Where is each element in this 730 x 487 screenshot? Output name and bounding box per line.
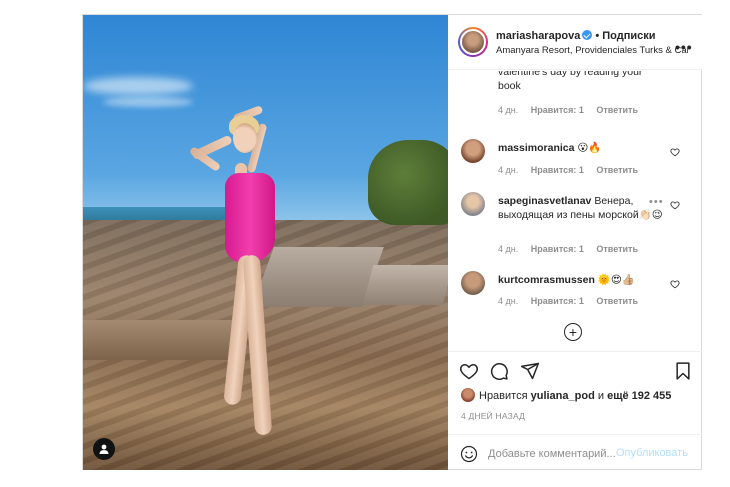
comment-icon[interactable] [489,361,509,381]
post-actions: Нравится yuliana_pod и ещё 192 455 4 ДНЕ… [448,351,702,471]
heart-icon[interactable] [670,147,680,157]
comment-likes[interactable]: Нравится: 1 [531,165,584,175]
comment-meta: 4 дн. Нравится: 1 Ответить [498,296,648,306]
bookmark-icon[interactable] [673,361,693,381]
comment-reply-button[interactable]: Ответить [596,105,638,115]
comment-composer: Опубликовать [448,434,702,472]
comment-body: massimoranica 😮🔥 [498,141,668,155]
commenter-username[interactable]: sapeginasvetlanav [498,195,591,207]
heart-icon[interactable] [670,200,680,210]
smiley-icon[interactable] [460,445,478,463]
comment-time[interactable]: 4 дн. [498,165,518,175]
comment-likes[interactable]: Нравится: 1 [531,244,584,254]
post-sidebar: mariasharapova • Подписки Amanyara Resort,… [448,15,702,470]
post-location[interactable]: Amanyara Resort, Providenciales Turks & … [496,45,688,56]
comment-meta: 4 дн. Нравится: 1 Ответить [498,165,648,175]
separator-dot: • [595,30,600,42]
author-line: mariasharapova • Подписки [496,30,656,42]
liker-username[interactable]: yuliana_pod [531,390,595,402]
heart-icon[interactable] [670,279,680,289]
comment-reply-button[interactable]: Ответить [596,165,638,175]
likes-and: и [597,390,605,402]
comment-input[interactable] [488,443,618,465]
author-avatar[interactable] [458,27,488,57]
commenter-avatar[interactable] [461,192,485,216]
verified-badge-icon [582,30,593,40]
comment-text: 🌞😍👍🏼 [597,274,635,286]
plus-circle-icon[interactable]: + [564,323,582,341]
photo-cloud [103,97,193,107]
comments-list[interactable]: valentine's day by reading your book 4 д… [448,71,702,351]
post-header: mariasharapova • Подписки Amanyara Resort,… [448,15,702,70]
commenter-username[interactable]: massimoranica [498,142,574,154]
comment-time[interactable]: 4 дн. [498,296,518,306]
comment-likes[interactable]: Нравится: 1 [531,296,584,306]
commenter-avatar[interactable] [461,271,485,295]
comment-likes[interactable]: Нравится: 1 [531,105,584,115]
comment-time[interactable]: 4 дн. [498,105,518,115]
likes-summary: Нравится yuliana_pod и ещё 192 455 [461,388,671,402]
photo-bush [368,140,448,225]
publish-button[interactable]: Опубликовать [616,447,688,459]
comment-meta: 4 дн. Нравится: 1 Ответить [498,105,648,115]
likes-count[interactable]: ещё 192 455 [607,390,671,402]
comment-time[interactable]: 4 дн. [498,244,518,254]
comment-body: sapeginasvetlanav Венера, выходящая из п… [498,194,668,222]
instagram-post: mariasharapova • Подписки Amanyara Resort,… [82,14,702,470]
comment-reply-button[interactable]: Ответить [596,296,638,306]
commenter-avatar[interactable] [461,139,485,163]
following-button[interactable]: Подписки [602,30,655,42]
photo-rock [83,320,233,360]
author-username[interactable]: mariasharapova [496,30,580,42]
comment-body: kurtcomrasmussen 🌞😍👍🏼 [498,273,668,287]
comment-meta: 4 дн. Нравится: 1 Ответить [498,244,648,254]
tagged-users-icon[interactable] [93,438,115,460]
send-icon[interactable] [520,361,540,381]
heart-icon[interactable] [459,361,479,381]
post-time-ago[interactable]: 4 ДНЕЙ НАЗАД [461,411,525,421]
comment-reply-button[interactable]: Ответить [596,244,638,254]
more-horizontal-icon[interactable]: ••• [675,39,693,55]
comment-options-icon[interactable]: ••• [649,196,664,208]
post-photo[interactable] [83,15,448,470]
photo-rock [362,265,448,305]
commenter-username[interactable]: kurtcomrasmussen [498,274,595,286]
likes-prefix: Нравится [479,390,528,402]
photo-cloud [83,77,193,95]
comment-text: 😮🔥 [577,142,602,154]
comment-text: valentine's day by reading your book [498,71,643,92]
liker-avatar[interactable] [461,388,475,402]
